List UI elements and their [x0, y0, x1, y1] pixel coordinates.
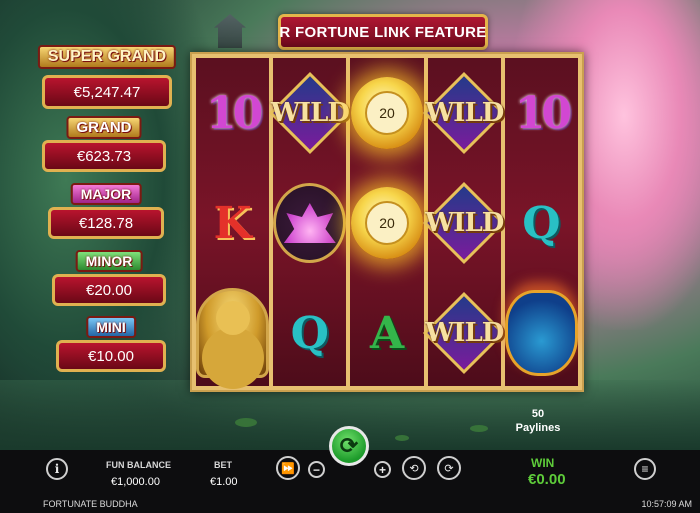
- symbol-ten: 10: [196, 58, 269, 168]
- lily-pad: [235, 418, 257, 427]
- jackpot-mini-value: €10.00: [56, 340, 166, 372]
- jackpot-minor-value: €20.00: [52, 274, 166, 306]
- jackpot-grand-title: GRAND: [66, 116, 142, 139]
- jackpot-super-grand: SUPER GRAND €5,247.47: [37, 45, 177, 109]
- jackpot-super-grand-title: SUPER GRAND: [37, 45, 177, 69]
- game-name: FORTUNATE BUDDHA: [43, 499, 138, 509]
- coin-icon: 20: [351, 77, 423, 149]
- king-symbol-label: K: [213, 197, 252, 249]
- symbol-wild: WILD: [268, 58, 351, 168]
- win-value: €0.00: [528, 471, 566, 488]
- symbol-ten: 10: [505, 58, 578, 168]
- reel-2: WILD Q: [268, 58, 351, 388]
- symbol-wild: WILD: [423, 58, 506, 168]
- balance-label: FUN BALANCE: [106, 460, 171, 470]
- jackpot-major: MAJOR €128.78: [48, 183, 164, 239]
- reel-5: 10 Q: [504, 58, 579, 388]
- wild-symbol-label: WILD: [425, 98, 504, 128]
- symbol-queen: Q: [273, 278, 346, 388]
- lotus-icon: [273, 183, 347, 263]
- jackpot-grand-value: €623.73: [42, 140, 166, 172]
- coin-icon: 20: [351, 187, 423, 259]
- feature-banner: R FORTUNE LINK FEATURE: [278, 14, 488, 50]
- symbol-coin: 20: [350, 58, 423, 168]
- queen-symbol-label: Q: [290, 307, 329, 359]
- quickspin-icon[interactable]: ⟳: [437, 456, 461, 480]
- info-icon[interactable]: i: [46, 458, 68, 480]
- jackpot-super-grand-value: €5,247.47: [42, 75, 172, 109]
- jackpot-mini-title: MINI: [86, 316, 136, 338]
- bet-label: BET: [214, 460, 232, 470]
- reel-3: 20 20 A: [350, 58, 424, 388]
- jackpot-grand: GRAND €623.73: [42, 116, 166, 172]
- wild-symbol-label: WILD: [425, 318, 504, 348]
- status-bar: FORTUNATE BUDDHA 10:57:09 AM: [0, 496, 700, 513]
- reel-4: WILD WILD WILD: [423, 58, 506, 388]
- wild-symbol-label: WILD: [425, 208, 504, 238]
- clock: 10:57:09 AM: [641, 499, 692, 509]
- menu-icon[interactable]: ≡: [634, 458, 656, 480]
- autoplay-icon[interactable]: ⏩: [276, 456, 300, 480]
- ace-symbol-label: A: [369, 307, 405, 359]
- symbol-king: K: [196, 168, 269, 278]
- reel-1: 10 K: [196, 58, 270, 388]
- jackpot-minor-title: MINOR: [75, 250, 143, 272]
- minus-icon[interactable]: −: [308, 461, 325, 478]
- paylines-count: 50: [531, 408, 545, 420]
- jackpot-major-value: €128.78: [48, 207, 164, 239]
- symbol-coin: 20: [350, 168, 423, 278]
- turbo-icon[interactable]: ⟲: [402, 456, 426, 480]
- reel-area: 10 K WILD Q 20 20 A WILD WILD WILD 10 Q: [190, 52, 584, 392]
- buddha-icon: [196, 288, 270, 378]
- symbol-lotus: [273, 168, 347, 278]
- bet-value: €1.00: [210, 476, 238, 488]
- wild-symbol-label: WILD: [270, 98, 350, 128]
- symbol-wild: WILD: [423, 278, 506, 388]
- plus-icon[interactable]: +: [374, 461, 391, 478]
- lily-pad: [395, 435, 409, 441]
- lily-pad: [470, 425, 488, 432]
- spin-icon: ⟳: [339, 433, 359, 458]
- coin-value: 20: [365, 91, 409, 135]
- ten-symbol-label: 10: [514, 87, 572, 139]
- paylines-info: 50 Paylines: [510, 407, 566, 435]
- money-bag-icon: [504, 290, 579, 376]
- symbol-queen: Q: [505, 168, 578, 278]
- win-label: WIN: [531, 456, 555, 470]
- spin-button[interactable]: ⟳: [329, 426, 369, 466]
- symbol-wild: WILD: [423, 168, 506, 278]
- balance-value: €1,000.00: [111, 476, 160, 488]
- symbol-ace: A: [350, 278, 423, 388]
- ten-symbol-label: 10: [205, 87, 263, 139]
- paylines-label: Paylines: [515, 422, 561, 434]
- symbol-buddha: [196, 278, 270, 388]
- jackpot-mini: MINI €10.00: [56, 316, 166, 372]
- jackpot-minor: MINOR €20.00: [52, 250, 166, 306]
- coin-value: 20: [365, 201, 409, 245]
- queen-symbol-label: Q: [522, 197, 561, 249]
- symbol-money-bag: [504, 278, 579, 388]
- jackpot-major-title: MAJOR: [70, 183, 142, 205]
